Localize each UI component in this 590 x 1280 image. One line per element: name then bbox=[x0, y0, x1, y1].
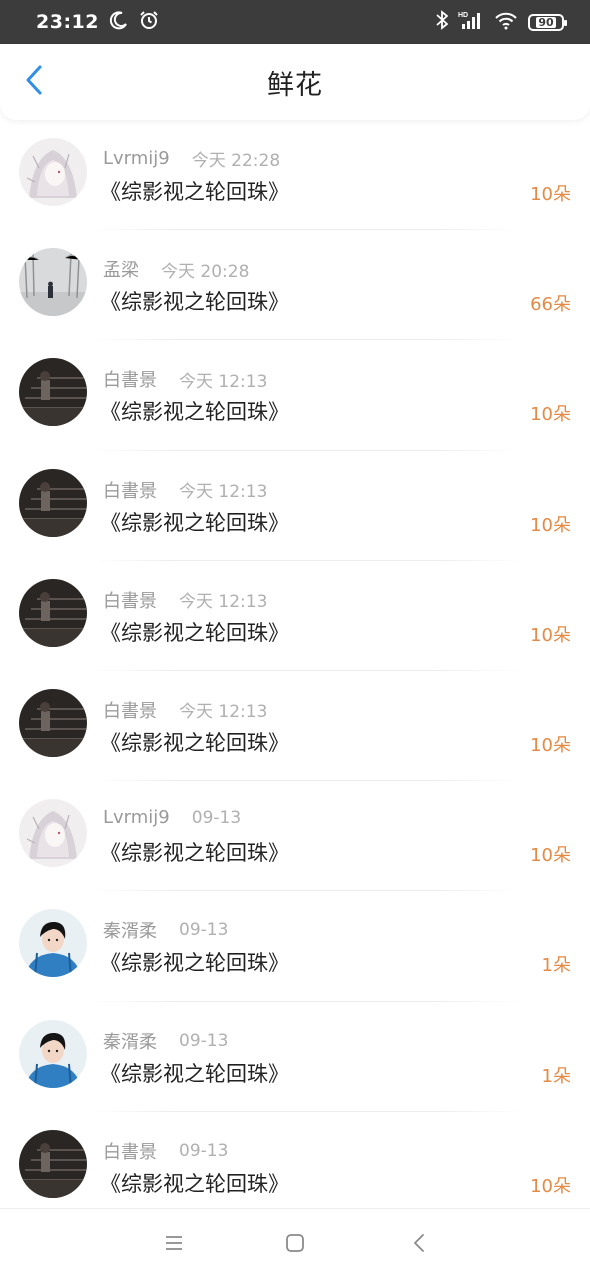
book-title[interactable]: 《综影视之轮回珠》 bbox=[100, 947, 289, 977]
username[interactable]: 秦湑柔 bbox=[103, 917, 157, 943]
flower-count: 10朵 bbox=[530, 624, 571, 646]
meta-line: 白書景 今天 12:13 bbox=[103, 477, 267, 503]
stairs-figure-avatar[interactable] bbox=[19, 468, 87, 537]
system-back-button[interactable] bbox=[405, 1231, 433, 1259]
flower-count: 1朵 bbox=[541, 1065, 571, 1087]
list-item[interactable]: 白書景 今天 12:13 《综影视之轮回珠》 10朵 bbox=[0, 340, 590, 451]
username[interactable]: 孟梁 bbox=[103, 256, 139, 282]
book-title[interactable]: 《综影视之轮回珠》 bbox=[100, 617, 289, 647]
book-title[interactable]: 《综影视之轮回珠》 bbox=[100, 396, 289, 426]
status-bar: 23:12 HD 90 bbox=[0, 0, 590, 44]
username[interactable]: 白書景 bbox=[103, 477, 157, 503]
battery-level: 90 bbox=[536, 15, 556, 29]
timestamp: 09-13 bbox=[179, 920, 229, 941]
username[interactable]: Lvrmij9 bbox=[103, 807, 170, 828]
username[interactable]: 白書景 bbox=[103, 366, 157, 392]
timestamp: 今天 12:13 bbox=[179, 482, 268, 503]
portrait-blue-avatar[interactable] bbox=[19, 1019, 87, 1088]
home-button[interactable] bbox=[281, 1231, 309, 1259]
misty-street-avatar[interactable] bbox=[19, 248, 87, 317]
timestamp: 今天 12:13 bbox=[179, 371, 268, 392]
flower-count: 10朵 bbox=[530, 1175, 571, 1197]
stairs-figure-avatar[interactable] bbox=[19, 578, 87, 647]
list-item[interactable]: 秦湑柔 09-13 《综影视之轮回珠》 1朵 bbox=[0, 891, 590, 1002]
system-nav-bar bbox=[0, 1208, 590, 1280]
page-title: 鲜花 bbox=[267, 69, 323, 101]
list-item[interactable]: 白書景 今天 12:13 《综影视之轮回珠》 10朵 bbox=[0, 561, 590, 671]
timestamp: 09-13 bbox=[179, 1030, 229, 1051]
app-header: 鲜花 bbox=[0, 44, 590, 120]
meta-line: 秦湑柔 09-13 bbox=[103, 917, 228, 943]
stairs-figure-avatar[interactable] bbox=[19, 358, 87, 427]
meta-line: Lvrmij9 今天 22:28 bbox=[103, 146, 280, 171]
anime-girl-avatar[interactable] bbox=[19, 799, 87, 868]
stairs-figure-avatar[interactable] bbox=[19, 1129, 87, 1198]
username[interactable]: 秦湑柔 bbox=[103, 1028, 157, 1054]
hd-signal-icon: HD bbox=[458, 10, 484, 34]
list-item[interactable]: Lvrmij9 09-13 《综影视之轮回珠》 10朵 bbox=[0, 781, 590, 892]
flower-count: 1朵 bbox=[541, 955, 571, 977]
timestamp: 今天 20:28 bbox=[161, 261, 250, 282]
svg-text:HD: HD bbox=[458, 12, 468, 19]
flower-count: 10朵 bbox=[530, 845, 571, 867]
list-item[interactable]: Lvrmij9 今天 22:28 《综影视之轮回珠》 10朵 bbox=[0, 120, 590, 231]
flower-count: 10朵 bbox=[530, 404, 571, 426]
stairs-figure-avatar[interactable] bbox=[19, 688, 87, 757]
timestamp: 今天 22:28 bbox=[191, 151, 281, 171]
battery-icon: 90 bbox=[528, 13, 567, 31]
flower-count: 10朵 bbox=[530, 184, 571, 205]
list-item[interactable]: 白書景 今天 12:13 《综影视之轮回珠》 10朵 bbox=[0, 671, 590, 782]
meta-line: 孟梁 今天 20:28 bbox=[103, 256, 249, 282]
list-item[interactable]: 白書景 09-13 《综影视之轮回珠》 10朵 bbox=[0, 1112, 590, 1222]
alarm-icon bbox=[139, 10, 159, 34]
timestamp: 09-13 bbox=[179, 1140, 229, 1161]
flower-count: 10朵 bbox=[530, 734, 571, 756]
book-title[interactable]: 《综影视之轮回珠》 bbox=[100, 727, 289, 757]
book-title[interactable]: 《综影视之轮回珠》 bbox=[100, 1058, 289, 1088]
username[interactable]: 白書景 bbox=[103, 587, 157, 613]
flower-count: 66朵 bbox=[530, 294, 571, 316]
meta-line: 白書景 今天 12:13 bbox=[103, 697, 267, 723]
menu-icon bbox=[163, 1233, 185, 1257]
meta-line: 白書景 今天 12:13 bbox=[103, 587, 267, 613]
meta-line: 秦湑柔 09-13 bbox=[103, 1028, 228, 1054]
back-triangle-icon bbox=[409, 1232, 429, 1258]
meta-line: 白書景 09-13 bbox=[103, 1138, 228, 1164]
meta-line: 白書景 今天 12:13 bbox=[103, 366, 267, 392]
portrait-blue-avatar[interactable] bbox=[19, 909, 87, 978]
timestamp: 09-13 bbox=[191, 807, 242, 828]
status-time: 23:12 bbox=[36, 11, 99, 33]
book-title[interactable]: 《综影视之轮回珠》 bbox=[100, 176, 289, 206]
wifi-icon bbox=[494, 10, 518, 34]
status-right: HD 90 bbox=[436, 0, 567, 44]
username[interactable]: Lvrmij9 bbox=[103, 148, 170, 169]
list-item[interactable]: 孟梁 今天 20:28 《综影视之轮回珠》 66朵 bbox=[0, 230, 590, 341]
timestamp: 今天 12:13 bbox=[179, 592, 268, 613]
home-square-icon bbox=[284, 1232, 306, 1258]
anime-girl-avatar[interactable] bbox=[19, 138, 87, 206]
meta-line: Lvrmij9 09-13 bbox=[103, 807, 241, 828]
list-item[interactable]: 秦湑柔 09-13 《综影视之轮回珠》 1朵 bbox=[0, 1002, 590, 1112]
username[interactable]: 白書景 bbox=[103, 697, 157, 723]
flower-count: 10朵 bbox=[530, 514, 571, 536]
menu-button[interactable] bbox=[160, 1231, 188, 1259]
username[interactable]: 白書景 bbox=[103, 1138, 157, 1164]
list-item[interactable]: 白書景 今天 12:13 《综影视之轮回珠》 10朵 bbox=[0, 451, 590, 561]
moon-icon bbox=[109, 10, 129, 34]
status-left: 23:12 bbox=[36, 0, 159, 44]
bluetooth-icon bbox=[436, 10, 449, 34]
book-title[interactable]: 《综影视之轮回珠》 bbox=[100, 1168, 289, 1198]
book-title[interactable]: 《综影视之轮回珠》 bbox=[100, 286, 289, 316]
timestamp: 今天 12:13 bbox=[179, 702, 268, 723]
flower-record-list: Lvrmij9 今天 22:28 《综影视之轮回珠》 10朵 孟梁 今天 20:… bbox=[0, 120, 590, 1222]
book-title[interactable]: 《综影视之轮回珠》 bbox=[100, 507, 289, 537]
book-title[interactable]: 《综影视之轮回珠》 bbox=[100, 837, 289, 867]
